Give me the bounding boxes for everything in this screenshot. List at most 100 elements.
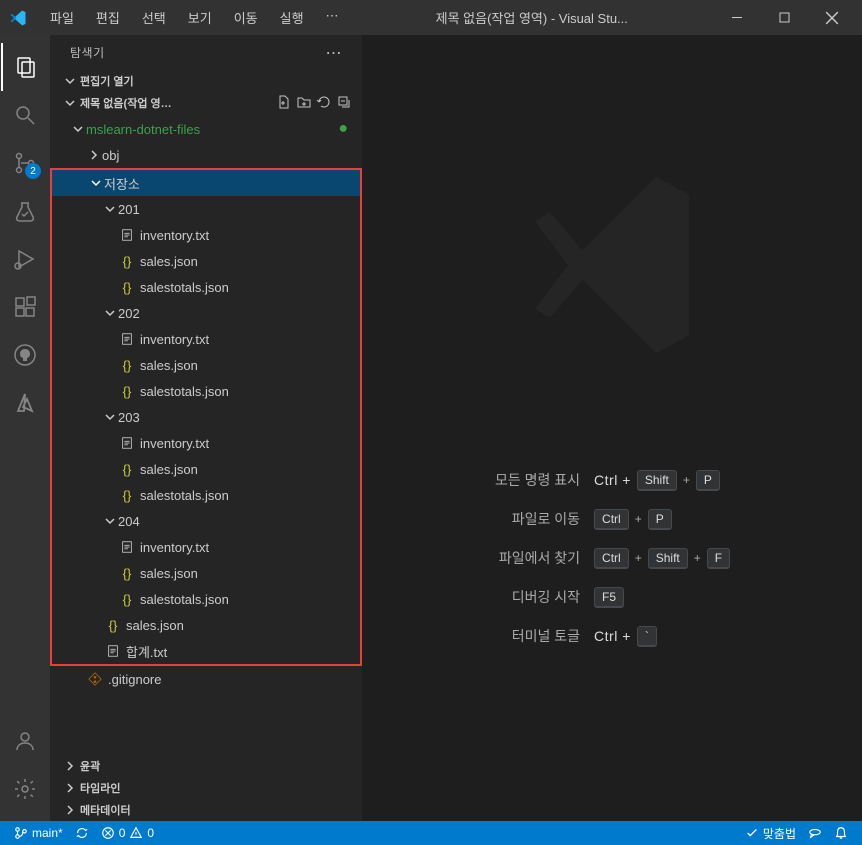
file-item[interactable]: {}sales.json [52,560,360,586]
hint-row: 터미널 토글Ctrl +` [495,626,729,647]
hint-label: 파일로 이동 [512,509,580,529]
section-timeline[interactable]: 타임라인 [50,777,362,799]
store-folder[interactable]: 201 [52,196,360,222]
status-problems[interactable]: 0 0 [95,821,160,845]
text-file-icon [118,436,136,450]
file-label: .gitignore [108,672,161,687]
chevron-down-icon [102,409,118,425]
json-file-icon: {} [118,358,136,373]
key-sequence: F5 [594,587,729,608]
status-notifications-icon[interactable] [828,821,854,845]
workspace-actions [276,94,352,113]
status-spellcheck[interactable]: 맞춤법 [739,821,802,845]
statusbar: main* 0 0 맞춤법 [0,821,862,845]
menu-view[interactable]: 보기 [178,4,222,31]
file-item[interactable]: {}salestotals.json [52,274,360,300]
file-label: salestotals.json [140,488,229,503]
section-open-editors[interactable]: 편집기 열기 [50,70,362,92]
file-gitignore[interactable]: .gitignore [50,666,362,692]
menubar: 파일 편집 선택 보기 이동 실행 ⋯ [40,4,349,31]
window-close[interactable] [809,0,854,35]
status-feedback-icon[interactable] [802,821,828,845]
explorer-more-icon[interactable]: ⋯ [326,43,343,63]
activity-github-icon[interactable] [1,331,49,379]
keyboard-key: ` [637,626,657,647]
file-item[interactable]: inventory.txt [52,326,360,352]
menu-selection[interactable]: 선택 [132,4,176,31]
section-outline[interactable]: 윤곽 [50,755,362,777]
file-item[interactable]: {}salestotals.json [52,482,360,508]
menu-overflow[interactable]: ⋯ [316,4,349,31]
new-folder-icon[interactable] [296,94,312,113]
chevron-down-icon [102,513,118,529]
keyboard-key: P [696,470,720,491]
section-workspace[interactable]: 제목 없음(작업 영… [50,92,362,114]
file-item[interactable]: inventory.txt [52,222,360,248]
activity-explorer-icon[interactable] [1,43,49,91]
key-sequence: Ctrl+P [594,509,729,530]
file-tree: mslearn-dotnet-files ● obj 저장소 201 invent… [50,114,362,755]
store-folder-label: 201 [118,202,140,217]
file-item[interactable]: inventory.txt [52,430,360,456]
chevron-right-icon [86,147,102,163]
activity-scm-icon[interactable]: 2 [1,139,49,187]
activity-testing-icon[interactable] [1,187,49,235]
menu-file[interactable]: 파일 [40,4,84,31]
file-item[interactable]: inventory.txt [52,534,360,560]
text-file-icon [118,332,136,346]
git-file-icon [86,672,104,686]
window-maximize[interactable] [762,0,807,35]
menu-run[interactable]: 실행 [270,4,314,31]
file-label: sales.json [140,462,198,477]
file-item[interactable]: {}sales.json [52,352,360,378]
storage-folder-label: 저장소 [104,174,140,193]
highlight-box: 저장소 201inventory.txt{}sales.json{}salest… [50,168,362,666]
section-metadata[interactable]: 메타데이터 [50,799,362,821]
activity-search-icon[interactable] [1,91,49,139]
activity-azure-icon[interactable] [1,379,49,427]
keyboard-key: F [707,548,730,569]
json-file-icon: {} [118,384,136,399]
file-item[interactable]: {}salestotals.json [52,586,360,612]
status-sync[interactable] [69,821,95,845]
file-label: salestotals.json [140,280,229,295]
file-label: inventory.txt [140,540,209,555]
root-folder[interactable]: mslearn-dotnet-files ● [50,116,362,142]
file-item[interactable]: {}salestotals.json [52,378,360,404]
file-label: inventory.txt [140,332,209,347]
file-label: 합계.txt [126,642,167,661]
status-branch[interactable]: main* [8,821,69,845]
refresh-icon[interactable] [316,94,332,113]
storage-folder[interactable]: 저장소 [52,170,360,196]
file-sales-json-root[interactable]: {} sales.json [52,612,360,638]
activity-run-debug-icon[interactable] [1,235,49,283]
store-folder[interactable]: 203 [52,404,360,430]
scm-badge: 2 [25,163,41,179]
new-file-icon[interactable] [276,94,292,113]
keyboard-key: Ctrl [594,509,629,530]
window-minimize[interactable] [715,0,760,35]
chevron-down-icon [102,201,118,217]
file-item[interactable]: {}sales.json [52,248,360,274]
store-folder[interactable]: 204 [52,508,360,534]
store-folder[interactable]: 202 [52,300,360,326]
window-title: 제목 없음(작업 영역) - Visual Stu... [353,8,711,27]
obj-folder[interactable]: obj [50,142,362,168]
json-file-icon: {} [118,254,136,269]
activity-extensions-icon[interactable] [1,283,49,331]
file-label: sales.json [126,618,184,633]
errors-count: 0 [119,826,126,840]
menu-edit[interactable]: 편집 [86,4,130,31]
obj-folder-label: obj [102,148,119,163]
menu-go[interactable]: 이동 [224,4,268,31]
json-file-icon: {} [118,462,136,477]
spellcheck-label: 맞춤법 [763,825,796,842]
activity-account-icon[interactable] [1,717,49,765]
file-item[interactable]: {} sales.json [52,456,360,482]
collapse-all-icon[interactable] [336,94,352,113]
chevron-right-icon [62,758,78,774]
metadata-label: 메타데이터 [80,802,358,818]
file-total-txt-root[interactable]: 합계.txt [52,638,360,664]
chevron-down-icon [102,305,118,321]
activity-settings-icon[interactable] [1,765,49,813]
